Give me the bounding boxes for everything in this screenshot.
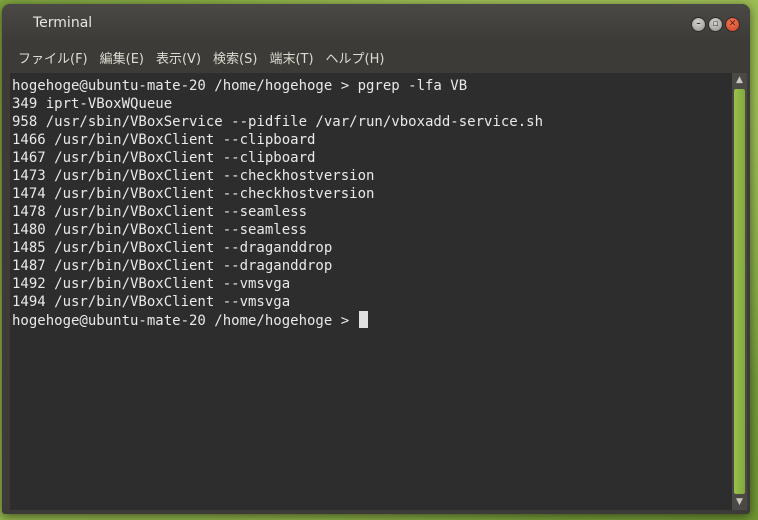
terminal-line: 1474 /usr/bin/VBoxClient --checkhostvers… <box>12 186 375 202</box>
terminal-line: 958 /usr/sbin/VBoxService --pidfile /var… <box>12 114 544 130</box>
close-button[interactable]: ✕ <box>725 17 740 32</box>
terminal-line: 349 iprt-VBoxWQueue <box>12 96 173 112</box>
maximize-button[interactable]: ▫ <box>708 17 723 32</box>
terminal-line: 1492 /usr/bin/VBoxClient --vmsvga <box>12 276 291 292</box>
scroll-track[interactable] <box>734 89 745 494</box>
menu-bar: ファイル(F) 編集(E) 表示(V) 検索(S) 端末(T) ヘルプ(H) <box>2 42 750 72</box>
terminal-line: 1466 /usr/bin/VBoxClient --clipboard <box>12 132 316 148</box>
maximize-icon: ▫ <box>712 19 719 29</box>
terminal-line: 1485 /usr/bin/VBoxClient --draganddrop <box>12 240 333 256</box>
menu-help[interactable]: ヘルプ(H) <box>326 48 385 67</box>
minimize-button[interactable]: – <box>691 17 706 32</box>
terminal-line: 1473 /usr/bin/VBoxClient --checkhostvers… <box>12 168 375 184</box>
menu-search[interactable]: 検索(S) <box>213 48 257 67</box>
menu-edit[interactable]: 編集(E) <box>100 48 144 67</box>
title-bar[interactable]: Terminal – ▫ ✕ <box>2 4 750 42</box>
terminal-line: 1467 /usr/bin/VBoxClient --clipboard <box>12 150 316 166</box>
terminal-line: 1480 /usr/bin/VBoxClient --seamless <box>12 222 308 238</box>
terminal-window: Terminal – ▫ ✕ ファイル(F) 編集(E) 表示(V) 検索(S)… <box>2 4 750 514</box>
prompt-text: hogehoge@ubuntu-mate-20 /home/hogehoge > <box>12 313 358 329</box>
vertical-scrollbar[interactable]: ▲ ▼ <box>732 73 747 510</box>
close-icon: ✕ <box>728 19 737 29</box>
menu-view[interactable]: 表示(V) <box>156 48 201 67</box>
scroll-up-icon[interactable]: ▲ <box>732 73 747 88</box>
terminal-line: 1487 /usr/bin/VBoxClient --draganddrop <box>12 258 333 274</box>
text-cursor <box>358 311 368 328</box>
terminal-output[interactable]: hogehoge@ubuntu-mate-20 /home/hogehoge >… <box>10 73 732 510</box>
menu-file[interactable]: ファイル(F) <box>18 48 88 67</box>
terminal-line: 1478 /usr/bin/VBoxClient --seamless <box>12 204 308 220</box>
prompt-line[interactable]: hogehoge@ubuntu-mate-20 /home/hogehoge > <box>12 311 732 329</box>
window-controls: – ▫ ✕ <box>691 17 740 32</box>
terminal-line: hogehoge@ubuntu-mate-20 /home/hogehoge >… <box>12 78 468 94</box>
minimize-icon: – <box>696 19 701 29</box>
scroll-thumb[interactable] <box>734 89 745 494</box>
window-title: Terminal <box>33 15 93 31</box>
menu-terminal[interactable]: 端末(T) <box>269 48 313 67</box>
scroll-down-icon[interactable]: ▼ <box>732 495 747 510</box>
terminal-line: 1494 /usr/bin/VBoxClient --vmsvga <box>12 294 291 310</box>
